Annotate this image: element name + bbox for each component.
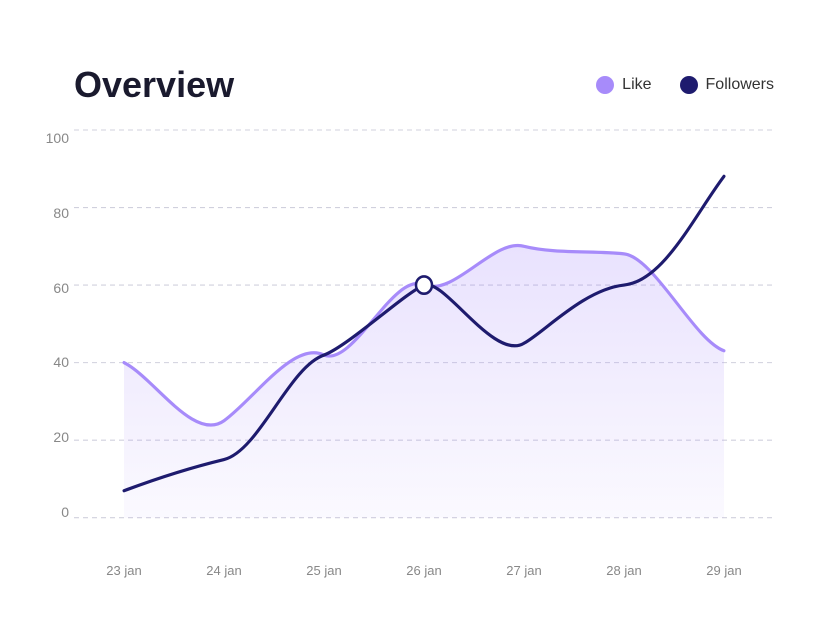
y-label-80: 80 [34, 205, 69, 221]
x-label-25jan: 25 jan [284, 563, 364, 578]
x-label-29jan: 29 jan [684, 563, 764, 578]
intersection-point [416, 276, 432, 293]
x-label-27jan: 27 jan [484, 563, 564, 578]
x-axis: 23 jan 24 jan 25 jan 26 jan 27 jan 28 ja… [74, 563, 774, 578]
y-label-40: 40 [34, 354, 69, 370]
y-axis: 100 80 60 40 20 0 [34, 130, 69, 550]
y-label-0: 0 [34, 504, 69, 520]
x-label-24jan: 24 jan [184, 563, 264, 578]
like-legend-dot [596, 76, 614, 94]
chart-svg [74, 130, 774, 550]
chart-title: Overview [74, 64, 234, 106]
followers-legend-dot [680, 76, 698, 94]
chart-container: Overview Like Followers 100 80 60 40 20 … [26, 32, 806, 592]
legend-item-like: Like [596, 76, 651, 94]
x-label-28jan: 28 jan [584, 563, 664, 578]
y-label-60: 60 [34, 280, 69, 296]
x-label-26jan: 26 jan [384, 563, 464, 578]
y-label-100: 100 [34, 130, 69, 146]
chart-header: Overview Like Followers [74, 64, 774, 106]
y-label-20: 20 [34, 429, 69, 445]
like-legend-label: Like [622, 76, 651, 94]
legend: Like Followers [596, 76, 774, 94]
followers-legend-label: Followers [706, 76, 774, 94]
chart-area: 100 80 60 40 20 0 [74, 130, 774, 550]
legend-item-followers: Followers [680, 76, 774, 94]
x-label-23jan: 23 jan [84, 563, 164, 578]
